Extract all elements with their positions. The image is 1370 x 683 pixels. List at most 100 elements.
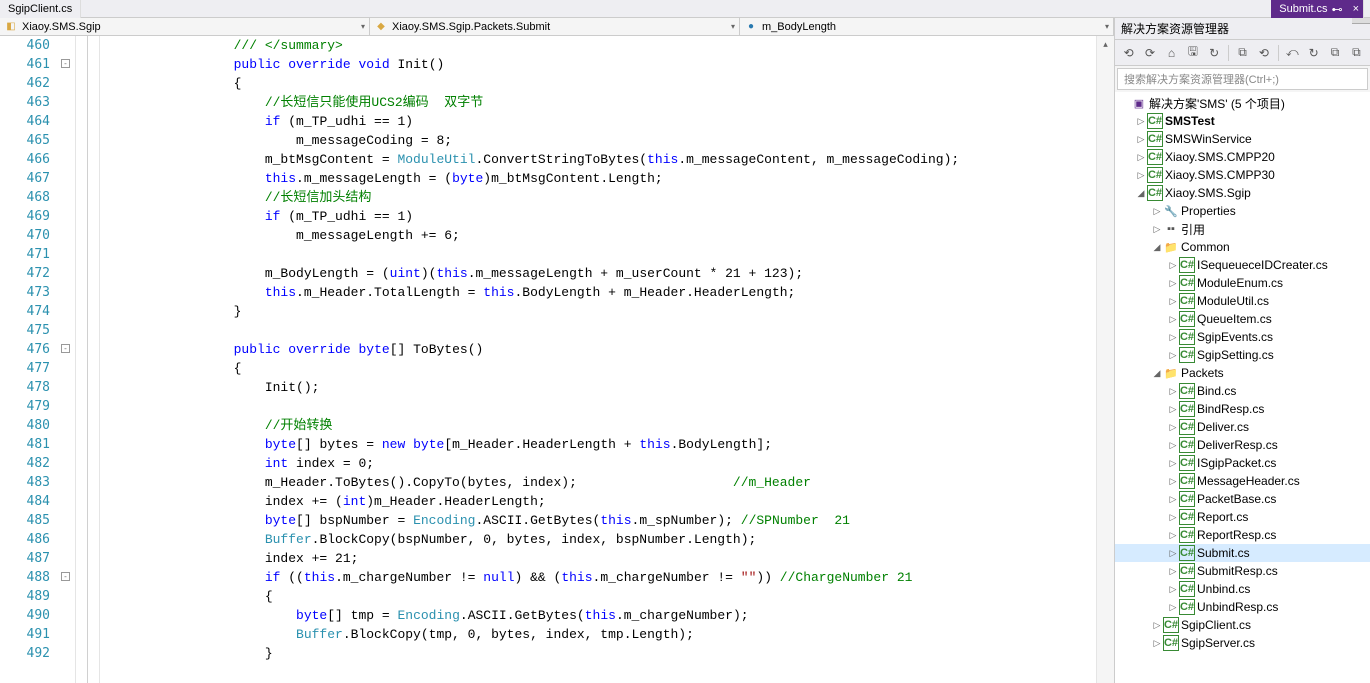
toolbar-button[interactable]: ↻: [1304, 43, 1323, 63]
code-line[interactable]: }: [140, 644, 1114, 663]
tree-node[interactable]: ◢📁Packets: [1115, 364, 1370, 382]
scroll-up-icon[interactable]: ▴: [1097, 36, 1114, 52]
code-line[interactable]: Init();: [140, 378, 1114, 397]
tree-node[interactable]: ▷C#ReportResp.cs: [1115, 526, 1370, 544]
code-line[interactable]: if (m_TP_udhi == 1): [140, 112, 1114, 131]
code-line[interactable]: /// </summary>: [140, 36, 1114, 55]
expand-icon[interactable]: ▷: [1167, 278, 1179, 289]
tree-node[interactable]: ▷C#Report.cs: [1115, 508, 1370, 526]
tree-node[interactable]: ▷C#PacketBase.cs: [1115, 490, 1370, 508]
expand-icon[interactable]: ▷: [1167, 476, 1179, 487]
close-icon[interactable]: ×: [1353, 3, 1359, 15]
tree-node[interactable]: ▷▪▪引用: [1115, 220, 1370, 238]
chevron-down-icon[interactable]: ▾: [1105, 22, 1109, 31]
code-line[interactable]: //开始转换: [140, 416, 1114, 435]
expand-icon[interactable]: ▷: [1151, 206, 1163, 217]
tree-node[interactable]: ▷C#UnbindResp.cs: [1115, 598, 1370, 616]
expand-icon[interactable]: ◢: [1151, 368, 1163, 379]
expand-icon[interactable]: ▷: [1135, 170, 1147, 181]
fold-toggle[interactable]: -: [61, 572, 70, 581]
code-line[interactable]: [140, 321, 1114, 340]
code-line[interactable]: //长短信加头结构: [140, 188, 1114, 207]
nav-namespace[interactable]: ◧ Xiaoy.SMS.Sgip ▾: [0, 18, 370, 35]
expand-icon[interactable]: ▷: [1167, 494, 1179, 505]
expand-icon[interactable]: ▷: [1167, 296, 1179, 307]
fold-gutter[interactable]: ---: [58, 36, 76, 683]
toolbar-button[interactable]: ↻: [1205, 43, 1224, 63]
toolbar-button[interactable]: ⟲: [1119, 43, 1138, 63]
tree-node[interactable]: ▷C#SgipEvents.cs: [1115, 328, 1370, 346]
code-line[interactable]: index += (int)m_Header.HeaderLength;: [140, 492, 1114, 511]
expand-icon[interactable]: ▷: [1167, 332, 1179, 343]
tree-node[interactable]: ◢C#Xiaoy.SMS.Sgip: [1115, 184, 1370, 202]
solution-tree[interactable]: ▣解决方案'SMS' (5 个项目)▷C#SMSTest▷C#SMSWinSer…: [1115, 92, 1370, 683]
expand-icon[interactable]: ▷: [1167, 566, 1179, 577]
code-line[interactable]: m_messageCoding = 8;: [140, 131, 1114, 150]
code-line[interactable]: this.m_messageLength = (byte)m_btMsgCont…: [140, 169, 1114, 188]
solution-explorer-search[interactable]: 搜索解决方案资源管理器(Ctrl+;): [1117, 68, 1368, 90]
editor-scrollbar[interactable]: ▴: [1096, 36, 1114, 683]
expand-icon[interactable]: ▷: [1167, 386, 1179, 397]
pin-icon[interactable]: ⊷: [1332, 3, 1343, 16]
tree-node[interactable]: ▷C#ISgipPacket.cs: [1115, 454, 1370, 472]
code-line[interactable]: public override void Init(): [140, 55, 1114, 74]
tree-node[interactable]: ▷C#ModuleEnum.cs: [1115, 274, 1370, 292]
tree-node[interactable]: ▷C#SMSWinService: [1115, 130, 1370, 148]
tab-sgipclient[interactable]: SgipClient.cs: [0, 0, 81, 18]
expand-icon[interactable]: ▷: [1167, 530, 1179, 541]
tree-node[interactable]: ▷C#SgipServer.cs: [1115, 634, 1370, 652]
chevron-down-icon[interactable]: ▾: [731, 22, 735, 31]
split-handle[interactable]: [1352, 18, 1370, 24]
tab-submit-active[interactable]: Submit.cs ⊷ ×: [1271, 0, 1364, 18]
expand-icon[interactable]: ▷: [1167, 458, 1179, 469]
expand-icon[interactable]: ◢: [1151, 242, 1163, 253]
tree-node[interactable]: ▷C#ModuleUtil.cs: [1115, 292, 1370, 310]
tree-node[interactable]: ▷C#Unbind.cs: [1115, 580, 1370, 598]
tree-node[interactable]: ◢📁Common: [1115, 238, 1370, 256]
code-line[interactable]: index += 21;: [140, 549, 1114, 568]
code-line[interactable]: Buffer.BlockCopy(tmp, 0, bytes, index, t…: [140, 625, 1114, 644]
code-line[interactable]: [140, 397, 1114, 416]
tree-node[interactable]: ▷C#Xiaoy.SMS.CMPP30: [1115, 166, 1370, 184]
code-line[interactable]: m_BodyLength = (uint)(this.m_messageLeng…: [140, 264, 1114, 283]
expand-icon[interactable]: ▷: [1167, 548, 1179, 559]
expand-icon[interactable]: ▷: [1151, 224, 1163, 235]
toolbar-button[interactable]: ⟳: [1140, 43, 1159, 63]
code-line[interactable]: {: [140, 359, 1114, 378]
toolbar-button[interactable]: ⧉: [1325, 43, 1344, 63]
solution-node[interactable]: ▣解决方案'SMS' (5 个项目): [1115, 94, 1370, 112]
code-line[interactable]: this.m_Header.TotalLength = this.BodyLen…: [140, 283, 1114, 302]
nav-class[interactable]: ◆ Xiaoy.SMS.Sgip.Packets.Submit ▾: [370, 18, 740, 35]
expand-icon[interactable]: ▷: [1151, 638, 1163, 649]
toolbar-button[interactable]: ⧉: [1347, 43, 1366, 63]
code-line[interactable]: byte[] tmp = Encoding.ASCII.GetBytes(thi…: [140, 606, 1114, 625]
tree-node[interactable]: ▷C#SgipClient.cs: [1115, 616, 1370, 634]
code-line[interactable]: m_messageLength += 6;: [140, 226, 1114, 245]
expand-icon[interactable]: ▷: [1167, 512, 1179, 523]
code-line[interactable]: byte[] bytes = new byte[m_Header.HeaderL…: [140, 435, 1114, 454]
code-editor[interactable]: 4604614624634644654664674684694704714724…: [0, 36, 1114, 683]
toolbar-button[interactable]: ⟲: [1254, 43, 1273, 63]
tree-node[interactable]: ▷C#Deliver.cs: [1115, 418, 1370, 436]
toolbar-button[interactable]: ⤺: [1283, 43, 1302, 63]
tree-node[interactable]: ▷C#MessageHeader.cs: [1115, 472, 1370, 490]
tree-node[interactable]: ▷C#DeliverResp.cs: [1115, 436, 1370, 454]
expand-icon[interactable]: ▷: [1135, 152, 1147, 163]
expand-icon[interactable]: ▷: [1135, 134, 1147, 145]
code-line[interactable]: {: [140, 587, 1114, 606]
tree-node[interactable]: ▷C#BindResp.cs: [1115, 400, 1370, 418]
expand-icon[interactable]: ▷: [1167, 350, 1179, 361]
code-line[interactable]: //长短信只能使用UCS2编码 双字节: [140, 93, 1114, 112]
toolbar-button[interactable]: 🖫: [1183, 43, 1202, 63]
expand-icon[interactable]: ▷: [1151, 620, 1163, 631]
tree-node[interactable]: ▷C#ISequeueceIDCreater.cs: [1115, 256, 1370, 274]
expand-icon[interactable]: ▷: [1167, 440, 1179, 451]
code-line[interactable]: m_btMsgContent = ModuleUtil.ConvertStrin…: [140, 150, 1114, 169]
expand-icon[interactable]: ▷: [1167, 584, 1179, 595]
expand-icon[interactable]: ▷: [1135, 116, 1147, 127]
expand-icon[interactable]: ▷: [1167, 422, 1179, 433]
expand-icon[interactable]: ▷: [1167, 314, 1179, 325]
code-line[interactable]: if ((this.m_chargeNumber != null) && (th…: [140, 568, 1114, 587]
code-line[interactable]: if (m_TP_udhi == 1): [140, 207, 1114, 226]
tree-node[interactable]: ▷C#SMSTest: [1115, 112, 1370, 130]
